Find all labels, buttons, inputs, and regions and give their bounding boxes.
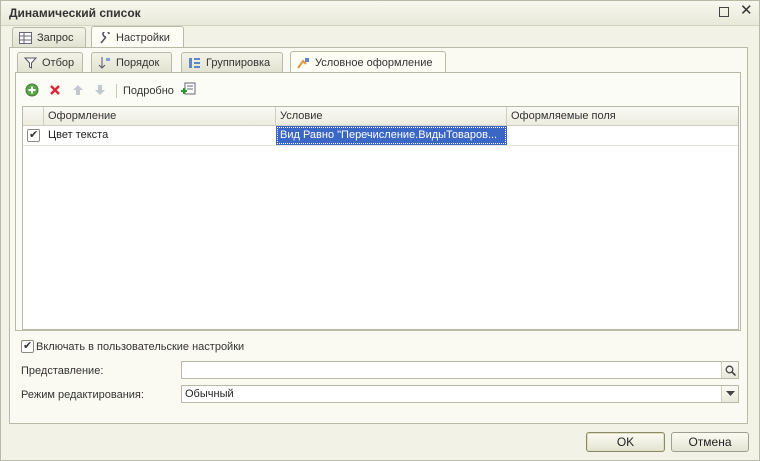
maximize-icon[interactable] xyxy=(719,7,729,17)
move-up-icon[interactable] xyxy=(70,82,86,98)
tab-settings[interactable]: Настройки xyxy=(91,26,184,48)
presentation-label: Представление: xyxy=(21,365,104,377)
tab-filter-label: Отбор xyxy=(42,56,75,69)
chevron-down-icon[interactable] xyxy=(721,386,738,402)
edit-mode-select[interactable]: Обычный xyxy=(181,385,739,403)
tab-order[interactable]: Порядок xyxy=(91,52,172,72)
checkbox-column-header xyxy=(23,107,44,125)
cell-fields[interactable] xyxy=(507,126,738,145)
column-header-appearance[interactable]: Оформление xyxy=(44,107,276,125)
cell-condition[interactable]: Вид Равно "Перечисление.ВидыТоваров... xyxy=(276,126,507,145)
cell-appearance[interactable]: Цвет текста xyxy=(44,126,276,145)
edit-mode-value: Обычный xyxy=(185,388,234,400)
fields-settings-icon[interactable] xyxy=(180,82,196,98)
tab-settings-label: Настройки xyxy=(116,31,170,44)
grouping-icon xyxy=(188,57,201,69)
delete-icon[interactable] xyxy=(47,82,63,98)
wrench-icon xyxy=(98,29,111,44)
appearance-table[interactable]: Оформление Условие Оформляемые поля Цвет… xyxy=(22,106,739,330)
tab-grouping-label: Группировка xyxy=(206,56,271,69)
details-button[interactable]: Подробно xyxy=(123,85,174,97)
tab-conditional-appearance[interactable]: Условное оформление xyxy=(290,51,446,73)
move-down-icon[interactable] xyxy=(92,82,108,98)
title-bar: Динамический список ✕ xyxy=(1,1,759,26)
tab-query-label: Запрос xyxy=(37,31,74,44)
column-header-fields[interactable]: Оформляемые поля xyxy=(507,107,738,125)
tab-conditional-appearance-label: Условное оформление xyxy=(315,56,433,69)
tab-filter[interactable]: Отбор xyxy=(17,52,83,72)
add-icon[interactable] xyxy=(24,82,40,98)
include-user-settings-label: Включать в пользовательские настройки xyxy=(36,341,245,353)
search-icon[interactable] xyxy=(721,362,738,378)
toolbar-separator xyxy=(116,84,117,98)
include-user-settings-checkbox[interactable] xyxy=(21,339,34,353)
appearance-icon xyxy=(297,57,310,69)
table-icon xyxy=(19,31,32,44)
cancel-button[interactable]: Отмена xyxy=(671,432,749,452)
presentation-input[interactable] xyxy=(181,361,739,379)
close-icon[interactable]: ✕ xyxy=(740,3,754,19)
tab-query[interactable]: Запрос xyxy=(12,27,86,47)
window-title: Динамический список xyxy=(9,6,141,20)
table-row[interactable]: Цвет текста Вид Равно "Перечисление.Виды… xyxy=(23,126,738,146)
edit-mode-label: Режим редактирования: xyxy=(21,389,144,401)
column-header-condition[interactable]: Условие xyxy=(276,107,507,125)
ok-button[interactable]: OK xyxy=(586,432,665,452)
filter-icon xyxy=(23,57,38,69)
tab-order-label: Порядок xyxy=(116,56,160,69)
row-enabled-checkbox[interactable] xyxy=(27,128,40,142)
tab-grouping[interactable]: Группировка xyxy=(181,52,283,72)
sort-icon xyxy=(98,56,111,69)
